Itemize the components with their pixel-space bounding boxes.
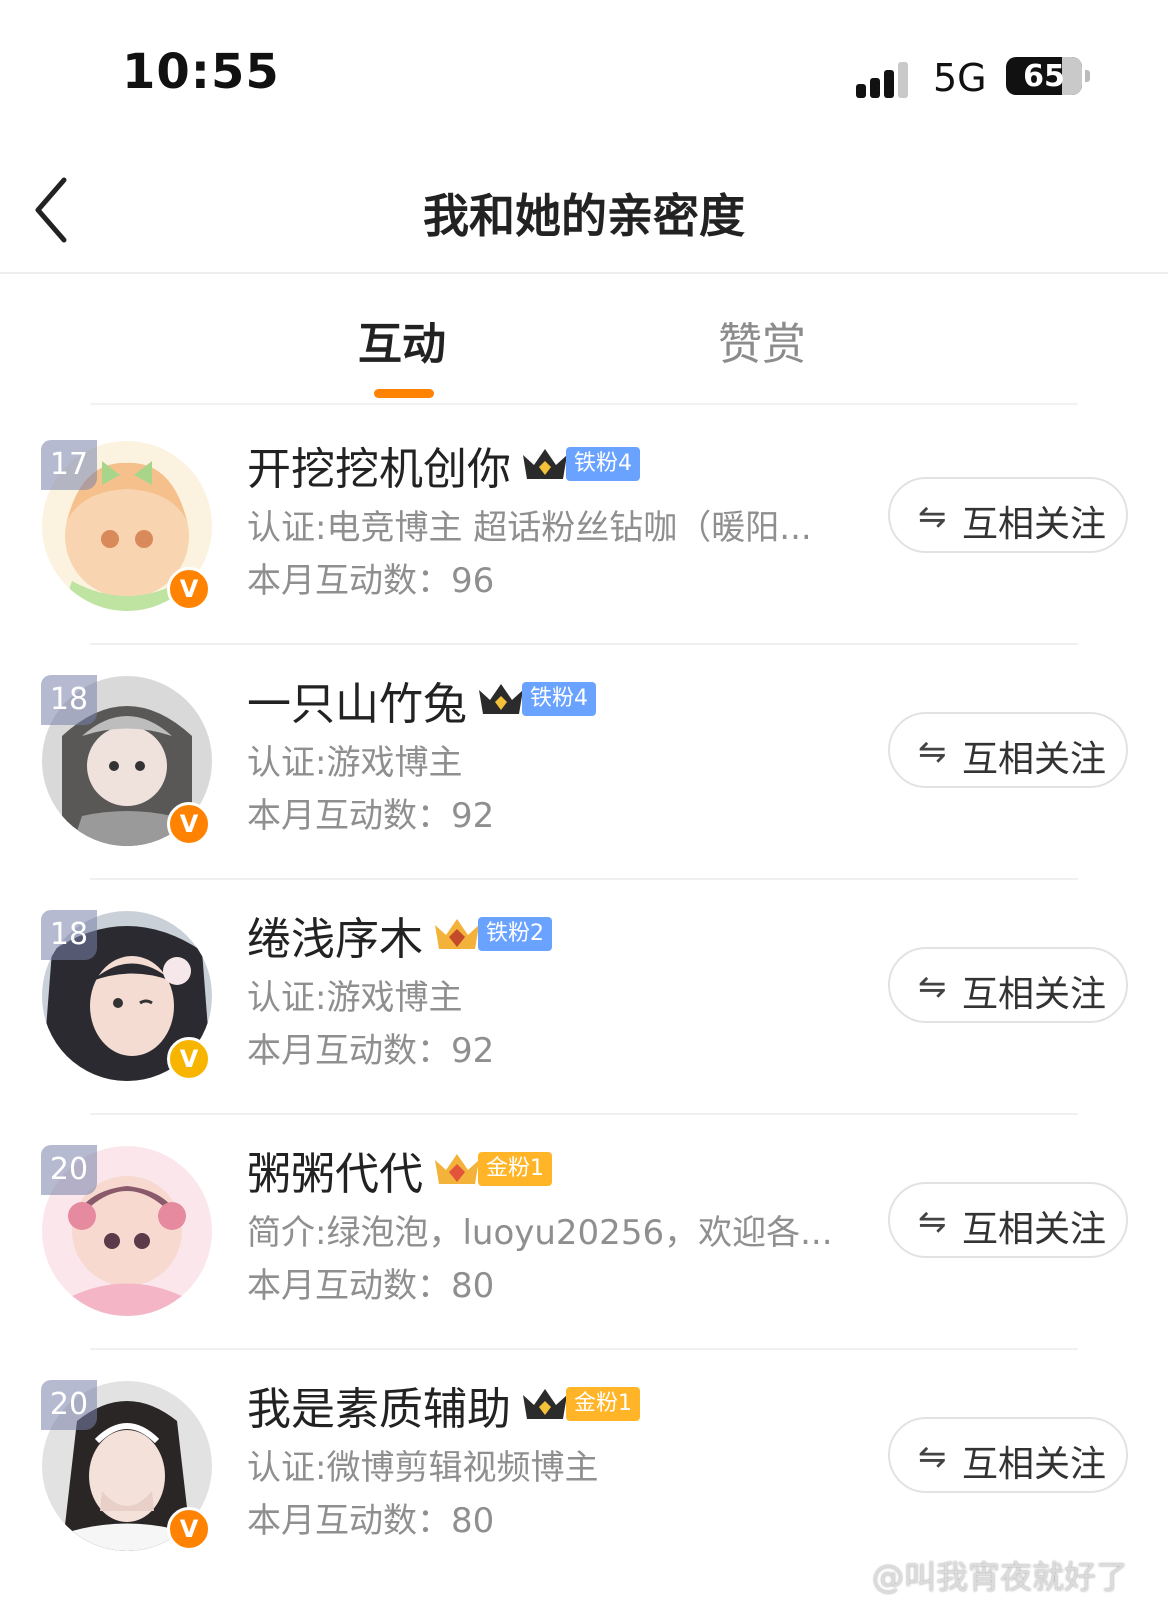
list-item[interactable]: 18 V 一只山竹兔 铁粉4 认证:游戏博主 本月互动数：92 ⇋ 互相关注 bbox=[0, 640, 1168, 880]
fan-level-label: 铁粉4 bbox=[522, 682, 596, 716]
interaction-count: 本月互动数：92 bbox=[247, 1031, 495, 1071]
tab-indicator bbox=[374, 389, 434, 398]
list-item[interactable]: 20 V 我是素质辅助 金粉1 认证:微博剪辑视频博主 本月互动数：80 ⇋ 互… bbox=[0, 1345, 1168, 1585]
mutual-follow-button[interactable]: ⇋ 互相关注 bbox=[888, 1182, 1128, 1258]
user-name[interactable]: 开挖挖机创你 bbox=[247, 433, 511, 497]
tab-reward[interactable]: 赞赏 bbox=[718, 308, 806, 372]
status-time: 10:55 bbox=[122, 44, 280, 100]
tab-bar: 互动 赞赏 bbox=[0, 272, 1168, 405]
user-description: 认证:微博剪辑视频博主 bbox=[247, 1448, 599, 1488]
user-description: 认证:电竞博主 超话粉丝钻咖（暖阳... bbox=[247, 508, 812, 548]
mutual-arrows-icon: ⇋ bbox=[918, 1437, 947, 1477]
fan-level-label: 铁粉4 bbox=[566, 447, 640, 481]
user-description: 认证:游戏博主 bbox=[247, 743, 463, 783]
nav-header: 我和她的亲密度 bbox=[0, 150, 1168, 274]
interaction-count: 本月互动数：80 bbox=[247, 1501, 495, 1541]
mutual-arrows-icon: ⇋ bbox=[918, 497, 947, 537]
signal-icon bbox=[856, 58, 908, 98]
user-description: 认证:游戏博主 bbox=[247, 978, 463, 1018]
rank-badge: 18 bbox=[41, 675, 97, 725]
watermark: @叫我宵夜就好了 bbox=[872, 1558, 1129, 1596]
crown-icon bbox=[435, 1154, 479, 1184]
user-name[interactable]: 绻浅序木 bbox=[247, 903, 423, 967]
network-type: 5G bbox=[933, 56, 987, 100]
list-item[interactable]: 17 V 开挖挖机创你 铁粉4 认证:电竞博主 超话粉丝钻咖（暖阳... 本月互… bbox=[0, 405, 1168, 645]
page-title: 我和她的亲密度 bbox=[423, 189, 745, 243]
follow-label: 互相关注 bbox=[962, 1444, 1107, 1485]
tab-interaction[interactable]: 互动 bbox=[358, 308, 446, 372]
crown-icon bbox=[479, 684, 523, 714]
verified-icon: V bbox=[167, 1037, 211, 1081]
user-name[interactable]: 一只山竹兔 bbox=[247, 668, 467, 732]
fan-level-label: 铁粉2 bbox=[478, 917, 552, 951]
verified-icon: V bbox=[167, 802, 211, 846]
battery-level: 65 bbox=[1023, 59, 1065, 94]
list-item[interactable]: 18 V 绻浅序木 铁粉2 认证:游戏博主 本月互动数：92 ⇋ 互相关注 bbox=[0, 875, 1168, 1115]
verified-icon: V bbox=[167, 567, 211, 611]
mutual-arrows-icon: ⇋ bbox=[918, 1202, 947, 1242]
follow-label: 互相关注 bbox=[962, 504, 1107, 545]
rank-badge: 20 bbox=[41, 1145, 97, 1195]
mutual-arrows-icon: ⇋ bbox=[918, 967, 947, 1007]
interaction-count: 本月互动数：92 bbox=[247, 796, 495, 836]
crown-icon bbox=[523, 1389, 567, 1419]
crown-icon bbox=[435, 919, 479, 949]
verified-icon: V bbox=[167, 1507, 211, 1551]
fan-level-label: 金粉1 bbox=[478, 1152, 552, 1186]
follow-label: 互相关注 bbox=[962, 974, 1107, 1015]
battery-nub bbox=[1085, 70, 1090, 82]
battery-icon: 65 bbox=[1006, 57, 1082, 95]
follow-label: 互相关注 bbox=[962, 1209, 1107, 1250]
crown-icon bbox=[523, 449, 567, 479]
user-name[interactable]: 我是素质辅助 bbox=[247, 1373, 511, 1437]
interaction-count: 本月互动数：80 bbox=[247, 1266, 495, 1306]
status-bar: 10:55 5G 65 bbox=[0, 0, 1168, 150]
mutual-arrows-icon: ⇋ bbox=[918, 732, 947, 772]
mutual-follow-button[interactable]: ⇋ 互相关注 bbox=[888, 947, 1128, 1023]
rank-badge: 18 bbox=[41, 910, 97, 960]
list-item[interactable]: 20 粥粥代代 金粉1 简介:绿泡泡，luoyu20256，欢迎各... 本月互… bbox=[0, 1110, 1168, 1350]
mutual-follow-button[interactable]: ⇋ 互相关注 bbox=[888, 712, 1128, 788]
interaction-count: 本月互动数：96 bbox=[247, 561, 495, 601]
rank-badge: 20 bbox=[41, 1380, 97, 1430]
follow-label: 互相关注 bbox=[962, 739, 1107, 780]
user-description: 简介:绿泡泡，luoyu20256，欢迎各... bbox=[247, 1213, 833, 1253]
fan-level-label: 金粉1 bbox=[566, 1387, 640, 1421]
user-name[interactable]: 粥粥代代 bbox=[247, 1138, 423, 1202]
rank-badge: 17 bbox=[41, 440, 97, 490]
mutual-follow-button[interactable]: ⇋ 互相关注 bbox=[888, 1417, 1128, 1493]
mutual-follow-button[interactable]: ⇋ 互相关注 bbox=[888, 477, 1128, 553]
